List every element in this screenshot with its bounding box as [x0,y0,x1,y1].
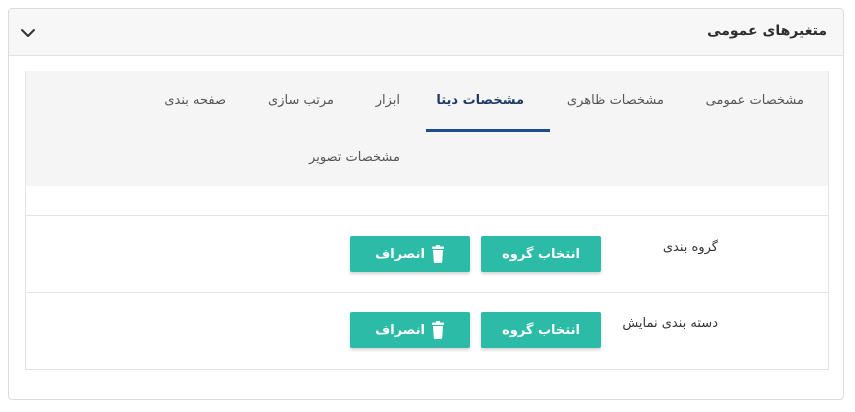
tab-appearance[interactable]: مشخصات ظاهری [567,93,664,108]
select-group-label: انتخاب گروه [502,246,580,262]
trash-icon [431,245,444,263]
tab-general[interactable]: مشخصات عمومی [706,93,804,108]
select-group-button[interactable]: انتخاب گروه [481,236,601,272]
panel-header[interactable]: متغیرهای عمومی [9,9,843,56]
grouping-label: گروه بندی [662,240,718,255]
chevron-down-icon[interactable] [19,24,37,42]
select-display-group-button[interactable]: انتخاب گروه [481,312,601,348]
display-category-label: دسته بندی نمایش [622,316,718,331]
tab-sorting[interactable]: مرتب سازی [268,93,334,108]
trash-icon [431,321,444,339]
row-divider [26,215,828,216]
tabs-bar: مشخصات عمومی مشخصات ظاهری مشخصات دیتا اب… [25,71,829,186]
active-tab-indicator [426,129,550,132]
row-divider [26,292,828,293]
cancel-display-category-button[interactable]: انصراف [350,312,470,348]
cancel-display-category-label: انصراف [375,322,425,338]
panel-title: متغیرهای عمومی [707,23,827,39]
tab-tools[interactable]: ابزار [376,93,400,108]
tab-paging[interactable]: صفحه بندی [164,93,226,108]
tab-data[interactable]: مشخصات دیتا [436,93,524,108]
tab-image[interactable]: مشخصات تصویر [309,150,400,165]
select-display-group-label: انتخاب گروه [502,322,580,338]
cancel-grouping-button[interactable]: انصراف [350,236,470,272]
data-settings-content: گروه بندی انتخاب گروه انصراف دسته بندی ن… [25,186,829,370]
general-variables-panel: متغیرهای عمومی مشخصات عمومی مشخصات ظاهری… [8,8,844,400]
cancel-grouping-label: انصراف [375,246,425,262]
